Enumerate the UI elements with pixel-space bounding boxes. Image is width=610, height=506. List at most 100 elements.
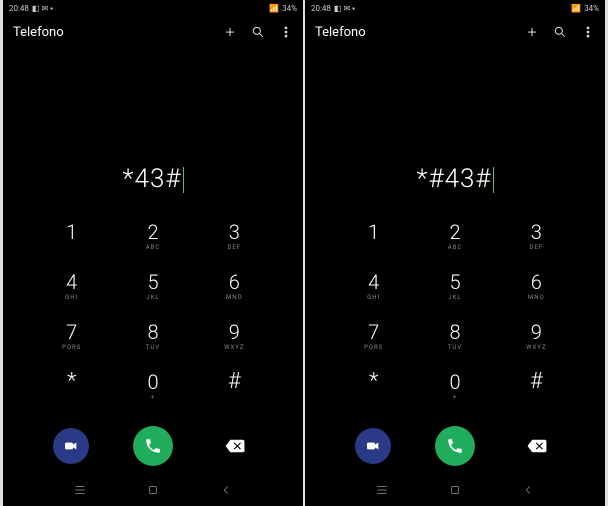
key-2[interactable]: 2ABC bbox=[414, 212, 495, 262]
key-9[interactable]: 9WXYZ bbox=[194, 312, 275, 362]
key-digit: 3 bbox=[531, 222, 542, 242]
key-7[interactable]: 7PQRS bbox=[333, 312, 414, 362]
key-5[interactable]: 5 JKL bbox=[414, 262, 495, 312]
key-digit: 6 bbox=[531, 272, 542, 292]
more-icon[interactable] bbox=[581, 25, 595, 39]
key-sublabel: TUV bbox=[146, 344, 160, 352]
app-header: Telefono bbox=[305, 16, 605, 48]
keypad: 12ABC3DEF4GHI5JKL6MNO7PQRS8TUV9WXYZ*0+# bbox=[3, 198, 303, 412]
nav-bar bbox=[305, 478, 605, 506]
key-digit: 0 bbox=[147, 372, 158, 392]
key-digit: 2 bbox=[449, 222, 460, 242]
recents-nav-icon[interactable] bbox=[375, 483, 389, 497]
search-icon[interactable] bbox=[251, 25, 265, 39]
backspace-button[interactable] bbox=[217, 428, 253, 464]
call-button[interactable] bbox=[435, 426, 475, 466]
dialed-number-area: *#43# bbox=[305, 48, 605, 198]
back-nav-icon[interactable] bbox=[219, 483, 233, 497]
key-star[interactable]: * bbox=[31, 362, 112, 412]
status-bar: 20:48 ◧ ✉ ▪ 📶 34% bbox=[305, 0, 605, 16]
key-digit: 4 bbox=[66, 272, 77, 292]
key-digit: 7 bbox=[66, 322, 77, 342]
key-digit: 5 bbox=[147, 272, 158, 292]
key-sublabel: DEF bbox=[227, 244, 241, 252]
home-nav-icon[interactable] bbox=[146, 483, 160, 497]
key-digit: 3 bbox=[229, 222, 240, 242]
key-0[interactable]: 0+ bbox=[112, 362, 193, 412]
phone-screen-left: 20:48 ◧ ✉ ▪ 📶 34% Telefono *43# 1 2 ABC 3 DE… bbox=[0, 0, 304, 506]
key-digit: * bbox=[67, 371, 76, 393]
status-notif-icons: ◧ ✉ ▪ bbox=[32, 4, 53, 13]
back-nav-icon[interactable] bbox=[521, 483, 535, 497]
key-3[interactable]: 3 DEF bbox=[194, 212, 275, 262]
key-digit: * bbox=[369, 371, 378, 393]
key-digit: 4 bbox=[368, 272, 379, 292]
key-digit: 0 bbox=[449, 372, 460, 392]
key-9[interactable]: 9WXYZ bbox=[496, 312, 577, 362]
key-5[interactable]: 5 JKL bbox=[112, 262, 193, 312]
key-sublabel: + bbox=[453, 394, 457, 402]
more-icon[interactable] bbox=[279, 25, 293, 39]
key-sublabel: + bbox=[151, 394, 155, 402]
key-sublabel: TUV bbox=[448, 344, 462, 352]
key-hash[interactable]: # bbox=[496, 362, 577, 412]
cursor bbox=[183, 167, 184, 193]
dialed-number[interactable]: *#43# bbox=[416, 164, 493, 194]
home-nav-icon[interactable] bbox=[448, 483, 462, 497]
key-star[interactable]: * bbox=[333, 362, 414, 412]
key-1[interactable]: 1 bbox=[31, 212, 112, 262]
key-4[interactable]: 4GHI bbox=[333, 262, 414, 312]
key-sublabel: DEF bbox=[529, 244, 543, 252]
key-1[interactable]: 1 bbox=[333, 212, 414, 262]
battery-text: 34% bbox=[282, 4, 297, 13]
add-icon[interactable] bbox=[525, 25, 539, 39]
key-7[interactable]: 7 PQRS bbox=[31, 312, 112, 362]
key-sublabel: ABC bbox=[146, 244, 161, 252]
video-call-button[interactable] bbox=[355, 428, 391, 464]
signal-icon: 📶 bbox=[269, 4, 279, 13]
key-hash[interactable]: # bbox=[194, 362, 275, 412]
key-digit: # bbox=[228, 371, 241, 393]
action-row bbox=[305, 412, 605, 476]
key-digit: 5 bbox=[449, 272, 460, 292]
key-sublabel: GHI bbox=[65, 294, 78, 302]
status-bar: 20:48 ◧ ✉ ▪ 📶 34% bbox=[3, 0, 303, 16]
key-digit: 9 bbox=[229, 322, 240, 342]
key-digit: 1 bbox=[66, 222, 77, 242]
key-8[interactable]: 8TUV bbox=[414, 312, 495, 362]
nav-bar bbox=[3, 478, 303, 506]
key-0[interactable]: 0+ bbox=[414, 362, 495, 412]
video-call-button[interactable] bbox=[53, 428, 89, 464]
signal-icon: 📶 bbox=[571, 4, 581, 13]
backspace-button[interactable] bbox=[519, 428, 555, 464]
key-3[interactable]: 3 DEF bbox=[496, 212, 577, 262]
battery-text: 34% bbox=[584, 4, 599, 13]
key-sublabel: MNO bbox=[528, 294, 545, 302]
cursor bbox=[493, 167, 494, 193]
key-6[interactable]: 6MNO bbox=[194, 262, 275, 312]
key-digit: # bbox=[530, 371, 543, 393]
key-6[interactable]: 6 MNO bbox=[496, 262, 577, 312]
key-8[interactable]: 8 TUV bbox=[112, 312, 193, 362]
call-button[interactable] bbox=[133, 426, 173, 466]
add-icon[interactable] bbox=[223, 25, 237, 39]
action-row bbox=[3, 412, 303, 476]
status-time: 20:48 bbox=[9, 4, 29, 13]
keypad: 12ABC3DEF4GHI5JKL6MNO7PQRS8TUV9WXYZ*0+# bbox=[305, 198, 605, 412]
key-digit: 6 bbox=[229, 272, 240, 292]
key-digit: 9 bbox=[531, 322, 542, 342]
key-digit: 8 bbox=[147, 322, 158, 342]
phone-screen-right: 20:48 ◧ ✉ ▪ 📶 34% Telefono *#43# 1 2ABC 3 D… bbox=[304, 0, 608, 506]
dialed-number[interactable]: *43# bbox=[123, 164, 184, 194]
key-digit: 1 bbox=[368, 222, 379, 242]
key-sublabel: PQRS bbox=[62, 344, 81, 352]
key-4[interactable]: 4 GHI bbox=[31, 262, 112, 312]
key-sublabel: JKL bbox=[448, 294, 461, 302]
app-header: Telefono bbox=[3, 16, 303, 48]
key-2[interactable]: 2 ABC bbox=[112, 212, 193, 262]
recents-nav-icon[interactable] bbox=[73, 483, 87, 497]
search-icon[interactable] bbox=[553, 25, 567, 39]
key-sublabel: JKL bbox=[146, 294, 159, 302]
key-digit: 2 bbox=[147, 222, 158, 242]
key-digit: 7 bbox=[368, 322, 379, 342]
